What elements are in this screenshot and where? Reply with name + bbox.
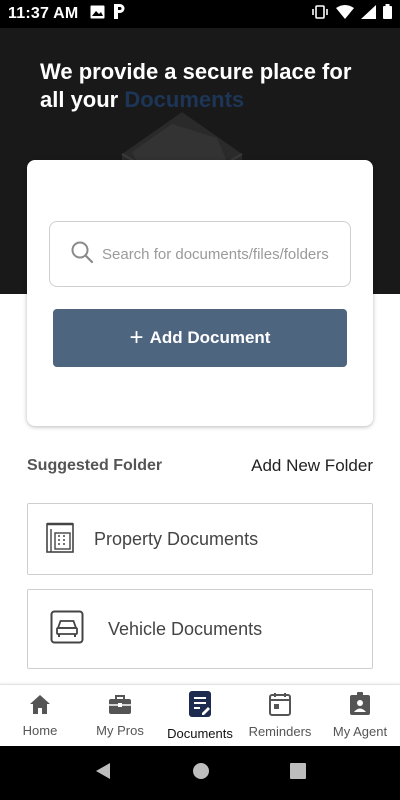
- status-time: 11:37 AM: [8, 5, 79, 22]
- home-icon: [28, 693, 52, 720]
- calendar-icon: [269, 692, 291, 721]
- briefcase-icon: [108, 693, 132, 720]
- home-circle-icon[interactable]: [192, 762, 210, 785]
- nav-label-my-pros: My Pros: [96, 723, 144, 738]
- plus-icon: +: [129, 324, 144, 351]
- search-box[interactable]: [49, 221, 351, 287]
- document-icon: [188, 690, 212, 723]
- add-document-button[interactable]: + Add Document: [53, 309, 347, 367]
- gallery-icon: [90, 5, 105, 24]
- folder-label: Property Documents: [94, 528, 259, 549]
- add-new-folder-link[interactable]: Add New Folder: [251, 456, 373, 476]
- status-bar: 11:37 AM: [0, 0, 400, 28]
- search-card: + Add Document: [27, 160, 373, 426]
- nav-my-agent[interactable]: My Agent: [320, 685, 400, 746]
- building-icon: [46, 520, 76, 559]
- nav-home[interactable]: Home: [0, 685, 80, 746]
- back-icon[interactable]: [94, 762, 112, 785]
- agent-badge-icon: [349, 692, 371, 721]
- vibrate-icon: [311, 4, 329, 24]
- wifi-icon: [336, 4, 354, 24]
- nav-label-reminders: Reminders: [248, 724, 312, 739]
- suggested-folder-header: Suggested Folder Add New Folder: [27, 456, 373, 476]
- bottom-navigation: Home My Pros Documents Reminders My Agen…: [0, 684, 400, 746]
- folder-vehicle-documents[interactable]: Vehicle Documents: [27, 589, 373, 669]
- nav-my-pros[interactable]: My Pros: [80, 685, 160, 746]
- suggested-folder-title: Suggested Folder: [27, 457, 163, 474]
- car-icon: [50, 610, 86, 649]
- hero-title-accent: Documents: [124, 87, 245, 112]
- recents-icon[interactable]: [290, 762, 306, 784]
- nav-label-my-agent: My Agent: [332, 724, 388, 739]
- search-input[interactable]: [102, 245, 332, 263]
- parking-icon: [113, 4, 126, 24]
- nav-reminders[interactable]: Reminders: [240, 685, 320, 746]
- system-navigation-bar: [0, 746, 400, 800]
- nav-label-documents: Documents: [167, 726, 233, 741]
- folder-label: Vehicle Documents: [108, 618, 263, 639]
- nav-label-home: Home: [22, 723, 58, 738]
- hero-title: We provide a secure place for all your D…: [40, 58, 380, 114]
- signal-icon: [361, 4, 376, 24]
- battery-icon: [383, 4, 392, 24]
- search-icon: [70, 240, 94, 269]
- nav-documents[interactable]: Documents: [160, 685, 240, 746]
- folder-property-documents[interactable]: Property Documents: [27, 503, 373, 575]
- add-document-label: Add Document: [149, 328, 271, 347]
